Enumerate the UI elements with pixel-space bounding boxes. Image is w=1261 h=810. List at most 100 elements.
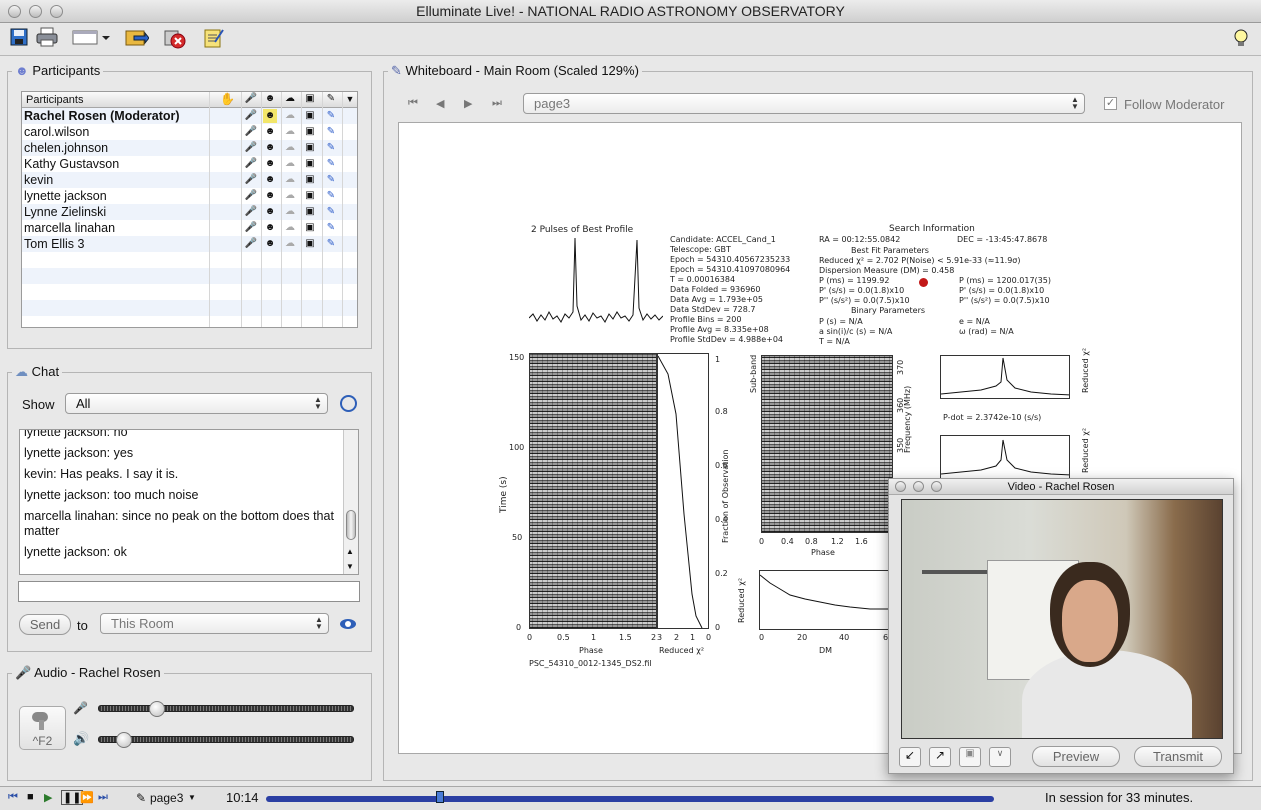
whiteboard-tool-icon: ✎ [326, 174, 336, 185]
chat-log[interactable]: lynette jackson: no lynette jackson: yes k… [19, 429, 359, 575]
binary-lines-line: T = N/A [819, 337, 850, 346]
chat-recipient-select[interactable]: This Room ▲ ▼ [100, 613, 329, 634]
participant-row[interactable]: lynette jackson 🎤 ☻ ☁ ▣ ✎ [22, 188, 357, 204]
fast-forward-icon[interactable]: ⏩ [80, 791, 94, 804]
status-page-arrow-icon[interactable]: ▼ [188, 793, 196, 802]
pointer-marker-icon [919, 278, 928, 287]
video-minimize-icon[interactable] [913, 481, 924, 492]
candidate-lines-line: Profile StdDev = 4.988e+04 [670, 335, 784, 344]
chat-panel-title: ☁ Chat [12, 364, 63, 380]
scroll-up-icon[interactable]: ▲ [346, 547, 354, 556]
best-fit-title: Best Fit Parameters [851, 246, 929, 255]
rewind-start-icon[interactable]: ⏮ [8, 791, 18, 804]
first-page-icon[interactable]: ⏮ [408, 97, 418, 110]
chat-icon: ☁ [285, 238, 295, 249]
notes-icon[interactable] [200, 27, 226, 52]
participant-row[interactable]: Rachel Rosen (Moderator) 🎤 ☻ ☁ ▣ ✎ [22, 108, 357, 124]
eye-icon[interactable] [340, 619, 356, 629]
chat-column-icon[interactable]: ☁ [283, 92, 297, 106]
candidate-lines-line: Data StdDev = 728.7 [670, 305, 756, 314]
video-title: Video - Rachel Rosen [1007, 481, 1115, 493]
lightbulb-icon[interactable] [1228, 27, 1254, 52]
mic-level-knob[interactable] [148, 701, 165, 717]
scroll-down-icon[interactable]: ▼ [346, 562, 354, 571]
participants-table[interactable]: Participants ✋ 🎤 ☻ ☁ ▣ ✎ ▼ Rachel Rosen … [21, 91, 358, 328]
participant-name: marcella linahan [24, 221, 116, 235]
freq-tick-3: 370 [896, 359, 905, 375]
playback-position-handle[interactable] [436, 791, 445, 803]
speaker-level-slider[interactable] [98, 736, 354, 743]
speaker-level-knob[interactable] [115, 732, 132, 748]
app-share-icon: ▣ [305, 126, 315, 137]
audio-panel-title: 🎤 Audio - Rachel Rosen [12, 665, 164, 681]
video-close-icon[interactable] [895, 481, 906, 492]
reduced-tick-0: 3 [657, 633, 663, 642]
subband-phase-heatmap [761, 355, 893, 533]
video-expand-icon[interactable]: ↗ [929, 747, 951, 767]
video-icon: ☻ [264, 158, 276, 169]
columns-menu-icon[interactable]: ▼ [343, 92, 357, 106]
chat-input[interactable] [18, 581, 360, 602]
empty-row [22, 316, 357, 327]
skip-end-icon[interactable]: ⏭ [98, 791, 108, 804]
phase2-tick-0: 0 [759, 537, 765, 546]
send-button[interactable]: Send [19, 614, 71, 635]
chat-scroll-thumb[interactable] [346, 510, 356, 540]
chat-show-select[interactable]: All ▲ ▼ [65, 393, 328, 414]
video-more-icon[interactable]: ∨ [989, 747, 1011, 767]
period-chi-graph [940, 435, 1070, 479]
follow-moderator-checkbox[interactable]: ✓ [1104, 97, 1117, 110]
minimize-window-icon[interactable] [29, 5, 42, 18]
preview-button[interactable]: Preview [1032, 746, 1120, 767]
participants-column-header[interactable]: Participants [26, 92, 83, 108]
mic-level-slider[interactable] [98, 705, 354, 712]
previous-page-icon[interactable]: ◀ [436, 97, 444, 110]
chat-show-label: Show [22, 397, 55, 412]
status-page-select[interactable]: page3 [150, 791, 183, 805]
participant-row[interactable]: Lynne Zielinski 🎤 ☻ ☁ ▣ ✎ [22, 204, 357, 220]
participant-row[interactable]: chelen.johnson 🎤 ☻ ☁ ▣ ✎ [22, 140, 357, 156]
chat-history-clock-icon[interactable] [340, 395, 357, 412]
load-file-icon[interactable] [124, 27, 150, 52]
print-icon[interactable] [34, 27, 60, 52]
video-titlebar[interactable]: Video - Rachel Rosen [889, 479, 1233, 495]
close-window-icon[interactable] [8, 5, 21, 18]
video-zoom-icon[interactable] [931, 481, 942, 492]
app-share-icon: ▣ [305, 142, 315, 153]
layout-menu-icon[interactable] [72, 27, 112, 52]
chat-message: lynette jackson: no [24, 429, 128, 439]
talk-button[interactable]: ^F2 [19, 706, 66, 750]
save-icon[interactable] [6, 27, 32, 52]
raise-hand-column-icon[interactable]: ✋ [220, 92, 235, 106]
next-page-icon[interactable]: ▶ [464, 97, 472, 110]
microphone-column-icon[interactable]: 🎤 [244, 92, 258, 106]
chat-icon: ☁ [285, 110, 295, 121]
playback-timeline[interactable] [266, 796, 994, 802]
empty-row [22, 300, 357, 316]
video-shrink-icon[interactable]: ↙ [899, 747, 921, 767]
participant-row[interactable]: marcella linahan 🎤 ☻ ☁ ▣ ✎ [22, 220, 357, 236]
participants-title-text: Participants [32, 63, 101, 78]
whiteboard-tool-icon: ✎ [326, 142, 336, 153]
chat-scrollbar[interactable]: ▲ ▼ [343, 430, 358, 574]
audio-mic-icon: 🎤 [15, 665, 32, 680]
exit-session-icon[interactable] [162, 27, 188, 52]
participant-row[interactable]: carol.wilson 🎤 ☻ ☁ ▣ ✎ [22, 124, 357, 140]
transmit-button[interactable]: Transmit [1134, 746, 1222, 767]
video-icon: ☻ [264, 126, 276, 137]
participant-row[interactable]: kevin 🎤 ☻ ☁ ▣ ✎ [22, 172, 357, 188]
whiteboard-column-icon[interactable]: ✎ [324, 92, 338, 106]
stop-icon[interactable]: ■ [27, 791, 34, 803]
play-icon[interactable]: ▶ [44, 791, 52, 804]
participant-row[interactable]: Tom Ellis 3 🎤 ☻ ☁ ▣ ✎ [22, 236, 357, 252]
chat-message: marcella linahan: since no peak on the b… [24, 509, 334, 538]
video-window-icon[interactable]: ▣ [959, 747, 981, 767]
zoom-window-icon[interactable] [50, 5, 63, 18]
whiteboard-page-select[interactable]: page3 ▲ ▼ [523, 93, 1085, 114]
chat-message: kevin: Has peaks. I say it is. [24, 467, 179, 481]
last-page-icon[interactable]: ⏭ [492, 97, 502, 110]
video-column-icon[interactable]: ☻ [263, 92, 277, 106]
participant-row[interactable]: Kathy Gustavson 🎤 ☻ ☁ ▣ ✎ [22, 156, 357, 172]
video-window[interactable]: Video - Rachel Rosen ↙ ↗ ▣ ∨ Preview Tra… [888, 478, 1234, 774]
app-share-column-icon[interactable]: ▣ [303, 92, 317, 106]
